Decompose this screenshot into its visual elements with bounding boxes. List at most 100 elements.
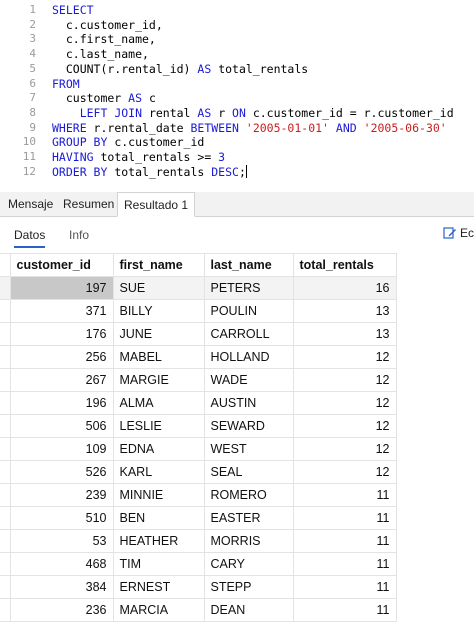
column-header-last-name[interactable]: last_name bbox=[203, 253, 294, 277]
cell-last-name[interactable]: SEWARD bbox=[203, 414, 294, 438]
code-line[interactable]: 8 LEFT JOIN rental AS r ON c.customer_id… bbox=[0, 105, 474, 121]
cell-total-rentals[interactable]: 16 bbox=[292, 276, 397, 300]
cell-customer-id[interactable]: 197 bbox=[9, 276, 114, 300]
cell-last-name[interactable]: CARY bbox=[203, 552, 294, 576]
column-header-customer-id[interactable]: customer_id bbox=[9, 253, 114, 277]
cell-first-name[interactable]: ERNEST bbox=[112, 575, 205, 599]
cell-total-rentals[interactable]: 12 bbox=[292, 414, 397, 438]
cell-total-rentals[interactable]: 11 bbox=[292, 529, 397, 553]
cell-last-name[interactable]: HOLLAND bbox=[203, 345, 294, 369]
column-header-total-rentals[interactable]: total_rentals bbox=[292, 253, 397, 277]
cell-first-name[interactable]: TIM bbox=[112, 552, 205, 576]
cell-last-name[interactable]: MORRIS bbox=[203, 529, 294, 553]
cell-first-name[interactable]: KARL bbox=[112, 460, 205, 484]
code-text[interactable]: WHERE r.rental_date BETWEEN '2005-01-01'… bbox=[52, 120, 447, 136]
code-text[interactable]: FROM bbox=[52, 76, 80, 92]
cell-customer-id[interactable]: 176 bbox=[9, 322, 114, 346]
row-gutter[interactable] bbox=[0, 322, 11, 346]
cell-total-rentals[interactable]: 11 bbox=[292, 483, 397, 507]
code-text[interactable]: ORDER BY total_rentals DESC; bbox=[52, 164, 247, 180]
cell-total-rentals[interactable]: 11 bbox=[292, 552, 397, 576]
cell-customer-id[interactable]: 526 bbox=[9, 460, 114, 484]
cell-total-rentals[interactable]: 11 bbox=[292, 575, 397, 599]
cell-customer-id[interactable]: 510 bbox=[9, 506, 114, 530]
table-row[interactable]: 176 JUNE CARROLL 13 bbox=[0, 322, 397, 346]
cell-customer-id[interactable]: 384 bbox=[9, 575, 114, 599]
code-line[interactable]: 12 ORDER BY total_rentals DESC; bbox=[0, 164, 474, 180]
cell-first-name[interactable]: SUE bbox=[112, 276, 205, 300]
cell-first-name[interactable]: JUNE bbox=[112, 322, 205, 346]
row-gutter[interactable] bbox=[0, 368, 11, 392]
cell-last-name[interactable]: WADE bbox=[203, 368, 294, 392]
result-grid[interactable]: customer_id first_name last_name total_r… bbox=[0, 253, 397, 622]
cell-last-name[interactable]: PETERS bbox=[203, 276, 294, 300]
subtab-info[interactable]: Info bbox=[69, 224, 89, 246]
code-text[interactable]: c.first_name, bbox=[52, 31, 156, 47]
cell-total-rentals[interactable]: 12 bbox=[292, 437, 397, 461]
table-row[interactable]: 236 MARCIA DEAN 11 bbox=[0, 598, 397, 622]
code-line[interactable]: 10 GROUP BY c.customer_id bbox=[0, 134, 474, 150]
code-text[interactable]: LEFT JOIN rental AS r ON c.customer_id =… bbox=[52, 105, 454, 121]
code-line[interactable]: 2 c.customer_id, bbox=[0, 17, 474, 33]
code-line[interactable]: 3 c.first_name, bbox=[0, 31, 474, 47]
code-line[interactable]: 6 FROM bbox=[0, 76, 474, 92]
code-line[interactable]: 4 c.last_name, bbox=[0, 46, 474, 62]
subtab-datos[interactable]: Datos bbox=[14, 224, 46, 248]
cell-customer-id[interactable]: 53 bbox=[9, 529, 114, 553]
tab-resumen[interactable]: Resumen bbox=[57, 192, 120, 216]
tab-resultado-1[interactable]: Resultado 1 bbox=[117, 192, 196, 217]
cell-first-name[interactable]: MINNIE bbox=[112, 483, 205, 507]
cell-last-name[interactable]: POULIN bbox=[203, 299, 294, 323]
sql-editor[interactable]: 1 SELECT 2 c.customer_id, 3 c.first_name, 4 … bbox=[0, 0, 474, 188]
row-gutter[interactable] bbox=[0, 276, 11, 300]
table-row[interactable]: 468 TIM CARY 11 bbox=[0, 552, 397, 576]
table-row[interactable]: 196 ALMA AUSTIN 12 bbox=[0, 391, 397, 415]
row-gutter[interactable] bbox=[0, 414, 11, 438]
row-gutter[interactable] bbox=[0, 460, 11, 484]
table-row[interactable]: 267 MARGIE WADE 12 bbox=[0, 368, 397, 392]
table-row[interactable]: 526 KARL SEAL 12 bbox=[0, 460, 397, 484]
code-text[interactable]: COUNT(r.rental_id) AS total_rentals bbox=[52, 61, 308, 77]
code-text[interactable]: GROUP BY c.customer_id bbox=[52, 134, 204, 150]
cell-customer-id[interactable]: 506 bbox=[9, 414, 114, 438]
cell-last-name[interactable]: DEAN bbox=[203, 598, 294, 622]
edit-button[interactable]: Ec bbox=[443, 226, 474, 244]
cell-customer-id[interactable]: 239 bbox=[9, 483, 114, 507]
table-row[interactable]: 239 MINNIE ROMERO 11 bbox=[0, 483, 397, 507]
cell-last-name[interactable]: EASTER bbox=[203, 506, 294, 530]
cell-customer-id[interactable]: 196 bbox=[9, 391, 114, 415]
table-row[interactable]: 53 HEATHER MORRIS 11 bbox=[0, 529, 397, 553]
cell-total-rentals[interactable]: 12 bbox=[292, 345, 397, 369]
table-row[interactable]: 371 BILLY POULIN 13 bbox=[0, 299, 397, 323]
row-gutter[interactable] bbox=[0, 552, 11, 576]
code-line[interactable]: 7 customer AS c bbox=[0, 90, 474, 106]
cell-last-name[interactable]: CARROLL bbox=[203, 322, 294, 346]
cell-customer-id[interactable]: 371 bbox=[9, 299, 114, 323]
row-gutter[interactable] bbox=[0, 575, 11, 599]
code-text[interactable]: c.customer_id, bbox=[52, 17, 163, 33]
column-header-first-name[interactable]: first_name bbox=[112, 253, 205, 277]
cell-customer-id[interactable]: 256 bbox=[9, 345, 114, 369]
cell-first-name[interactable]: LESLIE bbox=[112, 414, 205, 438]
row-gutter[interactable] bbox=[0, 598, 11, 622]
row-gutter[interactable] bbox=[0, 529, 11, 553]
cell-total-rentals[interactable]: 12 bbox=[292, 391, 397, 415]
cell-first-name[interactable]: MARGIE bbox=[112, 368, 205, 392]
cell-first-name[interactable]: ALMA bbox=[112, 391, 205, 415]
table-row[interactable]: 384 ERNEST STEPP 11 bbox=[0, 575, 397, 599]
cell-last-name[interactable]: ROMERO bbox=[203, 483, 294, 507]
code-line[interactable]: 1 SELECT bbox=[0, 2, 474, 18]
cell-total-rentals[interactable]: 11 bbox=[292, 598, 397, 622]
cell-first-name[interactable]: EDNA bbox=[112, 437, 205, 461]
row-gutter[interactable] bbox=[0, 506, 11, 530]
cell-customer-id[interactable]: 267 bbox=[9, 368, 114, 392]
code-line[interactable]: 5 COUNT(r.rental_id) AS total_rentals bbox=[0, 61, 474, 77]
code-text[interactable]: customer AS c bbox=[52, 90, 156, 106]
tab-mensaje[interactable]: Mensaje bbox=[2, 192, 59, 216]
cell-first-name[interactable]: MABEL bbox=[112, 345, 205, 369]
cell-total-rentals[interactable]: 12 bbox=[292, 460, 397, 484]
cell-total-rentals[interactable]: 13 bbox=[292, 322, 397, 346]
cell-first-name[interactable]: BILLY bbox=[112, 299, 205, 323]
row-gutter[interactable] bbox=[0, 483, 11, 507]
cell-total-rentals[interactable]: 12 bbox=[292, 368, 397, 392]
